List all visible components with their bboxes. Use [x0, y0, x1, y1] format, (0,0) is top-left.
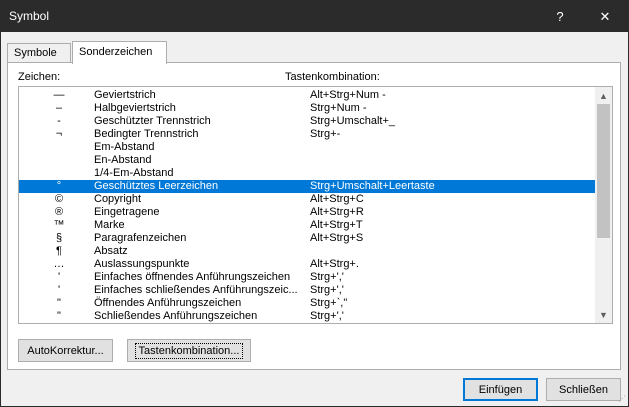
vertical-scrollbar[interactable]: ▲ ▼: [595, 87, 612, 323]
symbol-dialog: Symbol ? ✕ Symbole Sonderzeichen Zeichen…: [0, 0, 629, 407]
scroll-down-icon[interactable]: ▼: [595, 306, 612, 323]
list-item[interactable]: ¶ Absatz: [19, 245, 597, 258]
character-name: Paragrafenzeichen: [94, 232, 187, 244]
character-shortcut: Strg+`,": [310, 297, 348, 309]
list-item[interactable]: § Paragrafenzeichen Alt+Strg+S: [19, 232, 597, 245]
character-shortcut: Strg+',': [310, 271, 344, 283]
character-symbol: ": [57, 310, 61, 322]
character-shortcut: Alt+Strg+.: [310, 258, 359, 270]
tab-sonderzeichen[interactable]: Sonderzeichen: [72, 41, 167, 64]
scroll-up-icon[interactable]: ▲: [595, 87, 612, 104]
character-symbol: …: [53, 258, 65, 270]
list-item[interactable]: – Halbgeviertstrich Strg+Num -: [19, 102, 597, 115]
character-shortcut: Strg+Num -: [310, 102, 367, 114]
help-button[interactable]: ?: [537, 1, 583, 32]
character-shortcut: Alt+Strg+R: [310, 206, 364, 218]
list-item[interactable]: - Geschützter Trennstrich Strg+Umschalt+_: [19, 115, 597, 128]
schliessen-button[interactable]: Schließen: [546, 378, 621, 401]
character-name: Geschütztes Leerzeichen: [94, 180, 219, 192]
character-symbol: ': [57, 271, 61, 283]
character-name: Marke: [94, 219, 125, 231]
character-name: 1/4-Em-Abstand: [94, 167, 174, 179]
character-name: Em-Abstand: [94, 141, 155, 153]
column-header-zeichen: Zeichen:: [18, 71, 61, 83]
character-symbol: ": [57, 297, 61, 309]
character-shortcut: Strg+Umschalt+Leertaste: [310, 180, 435, 192]
character-name: Auslassungspunkte: [94, 258, 190, 270]
tab-panel-sonderzeichen: Zeichen: Tastenkombination: — Geviertstri…: [7, 62, 621, 370]
list-item[interactable]: ™ Marke Alt+Strg+T: [19, 219, 597, 232]
special-characters-list[interactable]: — Geviertstrich Alt+Strg+Num - – Halbgeviert…: [18, 86, 613, 324]
character-symbol: —: [53, 89, 65, 101]
list-item[interactable]: 1/4-Em-Abstand: [19, 167, 597, 180]
character-symbol: ¶: [56, 245, 62, 257]
autokorrektur-button[interactable]: AutoKorrektur...: [18, 339, 113, 362]
character-name: Halbgeviertstrich: [94, 102, 176, 114]
character-name: Öffnendes Anführungszeichen: [94, 297, 242, 309]
character-shortcut: Strg+',': [310, 284, 344, 296]
dialog-title: Symbol: [9, 9, 50, 23]
character-symbol: ®: [54, 206, 64, 218]
list-item[interactable]: En-Abstand: [19, 154, 597, 167]
character-shortcut: Strg+-: [310, 128, 341, 140]
tab-symbole[interactable]: Symbole: [7, 43, 71, 63]
title-bar: Symbol ? ✕: [1, 1, 628, 32]
character-shortcut: Strg+Umschalt+_: [310, 115, 395, 127]
character-name: Eingetragene: [94, 206, 160, 218]
scrollbar-thumb[interactable]: [597, 104, 610, 238]
list-item[interactable]: ¬ Bedingter Trennstrich Strg+-: [19, 128, 597, 141]
character-symbol: ™: [53, 219, 65, 231]
list-item[interactable]: — Geviertstrich Alt+Strg+Num -: [19, 89, 597, 102]
help-icon: ?: [556, 9, 564, 24]
character-name: Einfaches öffnendes Anführungszeichen: [94, 271, 291, 283]
list-item[interactable]: ' Einfaches öffnendes Anführungszeichen St…: [19, 271, 597, 284]
character-shortcut: Alt+Strg+Num -: [310, 89, 386, 101]
list-item[interactable]: " Schließendes Anführungszeichen Strg+',': [19, 310, 597, 323]
tastenkombination-label: Tastenkombination...: [134, 342, 244, 359]
character-name: En-Abstand: [94, 154, 152, 166]
list-item[interactable]: ' Einfaches schließendes Anführungszeic..…: [19, 284, 597, 297]
character-symbol: ©: [54, 193, 64, 205]
character-symbol: -: [57, 115, 61, 127]
resize-grip-icon[interactable]: ⋰: [616, 394, 626, 404]
character-name: Absatz: [94, 245, 128, 257]
list-item[interactable]: … Auslassungspunkte Alt+Strg+.: [19, 258, 597, 271]
character-shortcut: Strg+',': [310, 310, 344, 322]
character-symbol: ': [57, 284, 61, 296]
list-item[interactable]: Em-Abstand: [19, 141, 597, 154]
character-name: Bedingter Trennstrich: [94, 128, 199, 140]
character-name: Geviertstrich: [94, 89, 156, 101]
character-name: Einfaches schließendes Anführungszeic...: [94, 284, 298, 296]
list-item[interactable]: ° Geschütztes Leerzeichen Strg+Umschalt+Le…: [19, 180, 597, 193]
list-item[interactable]: ® Eingetragene Alt+Strg+R: [19, 206, 597, 219]
character-shortcut: Alt+Strg+S: [310, 232, 364, 244]
list-item[interactable]: " Öffnendes Anführungszeichen Strg+`,": [19, 297, 597, 310]
character-symbol: §: [55, 232, 63, 244]
character-shortcut: Alt+Strg+C: [310, 193, 364, 205]
einfuegen-button[interactable]: Einfügen: [463, 378, 538, 401]
list-rows: — Geviertstrich Alt+Strg+Num - – Halbgeviert…: [19, 89, 597, 323]
character-symbol: °: [56, 180, 62, 192]
character-shortcut: Alt+Strg+T: [310, 219, 363, 231]
character-name: Geschützter Trennstrich: [94, 115, 211, 127]
column-header-tastenkombination: Tastenkombination:: [285, 71, 380, 83]
character-name: Schließendes Anführungszeichen: [94, 310, 258, 322]
character-symbol: –: [55, 102, 63, 114]
character-name: Copyright: [94, 193, 142, 205]
tastenkombination-button[interactable]: Tastenkombination...: [127, 339, 251, 362]
list-item[interactable]: © Copyright Alt+Strg+C: [19, 193, 597, 206]
close-icon: ✕: [599, 8, 611, 24]
character-symbol: ¬: [55, 128, 63, 140]
close-button[interactable]: ✕: [582, 1, 628, 32]
